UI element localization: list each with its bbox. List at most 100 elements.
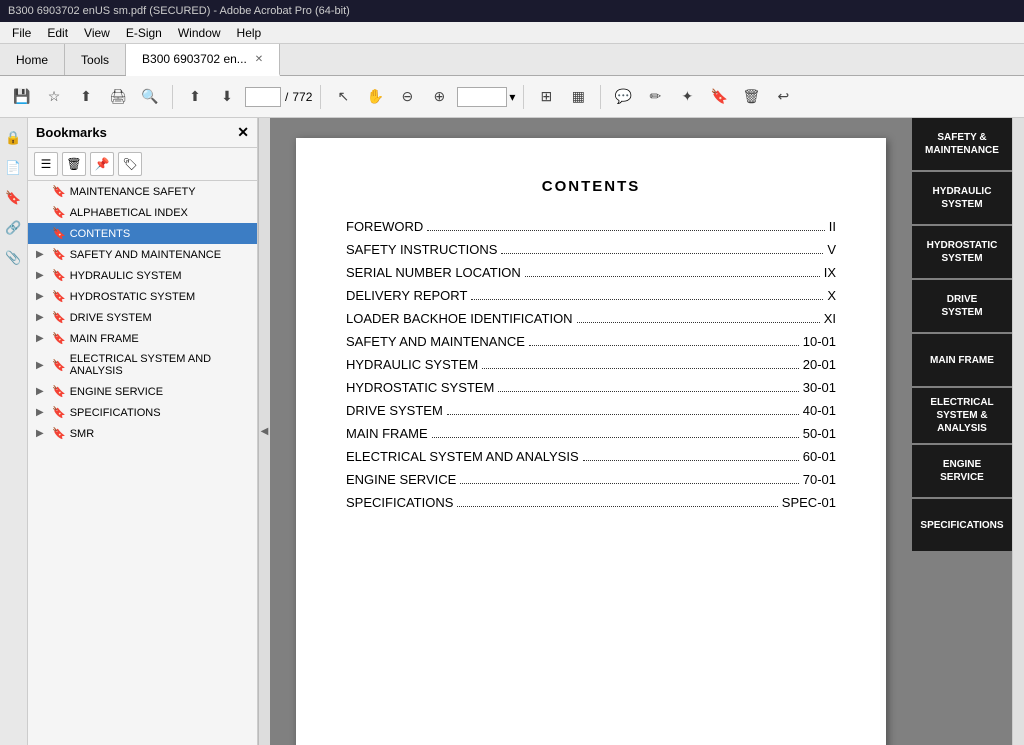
zoom-dropdown-icon[interactable]: ▾ xyxy=(509,90,515,104)
toc-entry-2[interactable]: SERIAL NUMBER LOCATION IX xyxy=(346,265,836,280)
tab-bar: Home Tools B300 6903702 en... ✕ xyxy=(0,44,1024,76)
tab-home[interactable]: Home xyxy=(0,44,65,75)
menu-file[interactable]: File xyxy=(4,24,39,42)
bookmark-smr[interactable]: ▶ 🔖 SMR xyxy=(28,423,257,444)
bookmark-electrical-system[interactable]: ▶ 🔖 ELECTRICAL SYSTEM AND ANALYSIS xyxy=(28,349,257,381)
sidebar-collapse-handle[interactable]: ◀ xyxy=(258,118,270,745)
right-tab-hydrostatic-system[interactable]: HYDROSTATIC SYSTEM xyxy=(912,226,1012,278)
comment-button[interactable]: 💬 xyxy=(609,83,637,111)
toc-entry-11[interactable]: ENGINE SERVICE 70-01 xyxy=(346,472,836,487)
page-number-input[interactable]: 7 xyxy=(245,87,281,107)
separator-2 xyxy=(320,85,321,109)
left-panel-icons: 🔒 📄 🔖 🔗 📎 xyxy=(0,118,28,745)
sidebar-header: Bookmarks ✕ xyxy=(28,118,257,148)
menu-esign[interactable]: E-Sign xyxy=(118,24,170,42)
sidebar-options-button[interactable]: ☰ xyxy=(34,152,58,176)
print-button[interactable]: 🖨 xyxy=(104,83,132,111)
separator-1 xyxy=(172,85,173,109)
toc-entry-0[interactable]: FOREWORD II xyxy=(346,219,836,234)
pdf-page: CONTENTS FOREWORD II SAFETY INSTRUCTIONS… xyxy=(296,138,886,745)
right-tab-specifications[interactable]: SPECIFICATIONS xyxy=(912,499,1012,551)
new-bookmark-button[interactable]: 📌 xyxy=(90,152,114,176)
pencil-button[interactable]: ✏ xyxy=(641,83,669,111)
prev-page-button[interactable]: ⬆ xyxy=(181,83,209,111)
zoom-control: 95.2% ▾ xyxy=(457,87,515,107)
bookmark-contents[interactable]: 🔖 CONTENTS xyxy=(28,223,257,244)
close-tab-icon[interactable]: ✕ xyxy=(255,54,263,65)
right-tab-engine-service[interactable]: ENGINE SERVICE xyxy=(912,445,1012,497)
vertical-scrollbar[interactable] xyxy=(1012,118,1024,745)
separator-4 xyxy=(600,85,601,109)
right-tab-safety-maintenance[interactable]: SAFETY & MAINTENANCE xyxy=(912,118,1012,170)
bookmark-alphabetical-index[interactable]: 🔖 ALPHABETICAL INDEX xyxy=(28,202,257,223)
right-tab-main-frame[interactable]: MAIN FRAME xyxy=(912,334,1012,386)
expand-icon: ▶ xyxy=(36,249,48,260)
toc-entry-8[interactable]: DRIVE SYSTEM 40-01 xyxy=(346,403,836,418)
main-area: 🔒 📄 🔖 🔗 📎 Bookmarks ✕ ☰ 🗑 📌 🏷 🔖 MAINTENA… xyxy=(0,118,1024,745)
tab-document[interactable]: B300 6903702 en... ✕ xyxy=(126,44,280,76)
right-tab-electrical-system[interactable]: ELECTRICAL SYSTEM & ANALYSIS xyxy=(912,388,1012,443)
pages-icon[interactable]: 📄 xyxy=(2,156,26,180)
cursor-tool-button[interactable]: ↖ xyxy=(329,83,357,111)
menu-edit[interactable]: Edit xyxy=(39,24,76,42)
bookmarks-panel: Bookmarks ✕ ☰ 🗑 📌 🏷 🔖 MAINTENANCE SAFETY… xyxy=(28,118,258,745)
page-separator: / xyxy=(285,90,288,104)
zoom-input[interactable]: 95.2% xyxy=(457,87,507,107)
bookmark-drive-system[interactable]: ▶ 🔖 DRIVE SYSTEM xyxy=(28,307,257,328)
links-icon[interactable]: 🔗 xyxy=(2,216,26,240)
fit-page-button[interactable]: ⊞ xyxy=(532,83,560,111)
toc-entry-6[interactable]: HYDRAULIC SYSTEM 20-01 xyxy=(346,357,836,372)
title-text: B300 6903702 enUS sm.pdf (SECURED) - Ado… xyxy=(8,5,350,17)
zoom-mag-button[interactable]: 🔍 xyxy=(136,83,164,111)
expand-icon: ▶ xyxy=(36,428,48,439)
bookmark-hydraulic-system[interactable]: ▶ 🔖 HYDRAULIC SYSTEM xyxy=(28,265,257,286)
tag-bookmark-button[interactable]: 🏷 xyxy=(118,152,142,176)
zoom-out-button[interactable]: ⊖ xyxy=(393,83,421,111)
bookmarks-icon[interactable]: 🔖 xyxy=(2,186,26,210)
save-button[interactable]: 💾 xyxy=(8,83,36,111)
bookmark-specifications[interactable]: ▶ 🔖 SPECIFICATIONS xyxy=(28,402,257,423)
toc-entry-3[interactable]: DELIVERY REPORT X xyxy=(346,288,836,303)
toc-entry-1[interactable]: SAFETY INSTRUCTIONS V xyxy=(346,242,836,257)
highlight-button[interactable]: ✦ xyxy=(673,83,701,111)
bookmark-main-frame[interactable]: ▶ 🔖 MAIN FRAME xyxy=(28,328,257,349)
toolbar: 💾 ☆ ⬆ 🖨 🔍 ⬆ ⬇ 7 / 772 ↖ ✋ ⊖ ⊕ 95.2% ▾ ⊞ … xyxy=(0,76,1024,118)
menu-view[interactable]: View xyxy=(76,24,118,42)
upload-button[interactable]: ⬆ xyxy=(72,83,100,111)
right-tab-hydraulic-system[interactable]: HYDRAULIC SYSTEM xyxy=(912,172,1012,224)
delete-bookmark-button[interactable]: 🗑 xyxy=(62,152,86,176)
separator-3 xyxy=(523,85,524,109)
page-title: CONTENTS xyxy=(346,178,836,195)
next-page-button[interactable]: ⬇ xyxy=(213,83,241,111)
bookmark-engine-service[interactable]: ▶ 🔖 ENGINE SERVICE xyxy=(28,381,257,402)
stamp-button[interactable]: 🔖 xyxy=(705,83,733,111)
bookmark-maintenance-safety[interactable]: 🔖 MAINTENANCE SAFETY xyxy=(28,181,257,202)
menu-bar: File Edit View E-Sign Window Help xyxy=(0,22,1024,44)
delete-button[interactable]: 🗑 xyxy=(737,83,765,111)
attachment-icon[interactable]: 📎 xyxy=(2,246,26,270)
hand-tool-button[interactable]: ✋ xyxy=(361,83,389,111)
title-bar: B300 6903702 enUS sm.pdf (SECURED) - Ado… xyxy=(0,0,1024,22)
toc-entry-12[interactable]: SPECIFICATIONS SPEC-01 xyxy=(346,495,836,510)
toc-entry-5[interactable]: SAFETY AND MAINTENANCE 10-01 xyxy=(346,334,836,349)
bookmark-button[interactable]: ☆ xyxy=(40,83,68,111)
menu-help[interactable]: Help xyxy=(229,24,270,42)
menu-window[interactable]: Window xyxy=(170,24,229,42)
toc-entry-10[interactable]: ELECTRICAL SYSTEM AND ANALYSIS 60-01 xyxy=(346,449,836,464)
bookmark-hydrostatic-system[interactable]: ▶ 🔖 HYDROSTATIC SYSTEM xyxy=(28,286,257,307)
two-page-button[interactable]: ▦ xyxy=(564,83,592,111)
zoom-in-button[interactable]: ⊕ xyxy=(425,83,453,111)
pdf-content-area[interactable]: CONTENTS FOREWORD II SAFETY INSTRUCTIONS… xyxy=(270,118,912,745)
toc-entry-7[interactable]: HYDROSTATIC SYSTEM 30-01 xyxy=(346,380,836,395)
toc-entry-9[interactable]: MAIN FRAME 50-01 xyxy=(346,426,836,441)
right-section-tabs: SAFETY & MAINTENANCE HYDRAULIC SYSTEM HY… xyxy=(912,118,1012,745)
close-sidebar-icon[interactable]: ✕ xyxy=(237,124,249,141)
right-tab-drive-system[interactable]: DRIVE SYSTEM xyxy=(912,280,1012,332)
lock-icon[interactable]: 🔒 xyxy=(2,126,26,150)
expand-icon: ▶ xyxy=(36,270,48,281)
tab-tools[interactable]: Tools xyxy=(65,44,126,75)
sidebar-toolbar: ☰ 🗑 📌 🏷 xyxy=(28,148,257,181)
toc-entry-4[interactable]: LOADER BACKHOE IDENTIFICATION XI xyxy=(346,311,836,326)
undo-button[interactable]: ↩ xyxy=(769,83,797,111)
bookmark-safety-maintenance[interactable]: ▶ 🔖 SAFETY AND MAINTENANCE xyxy=(28,244,257,265)
